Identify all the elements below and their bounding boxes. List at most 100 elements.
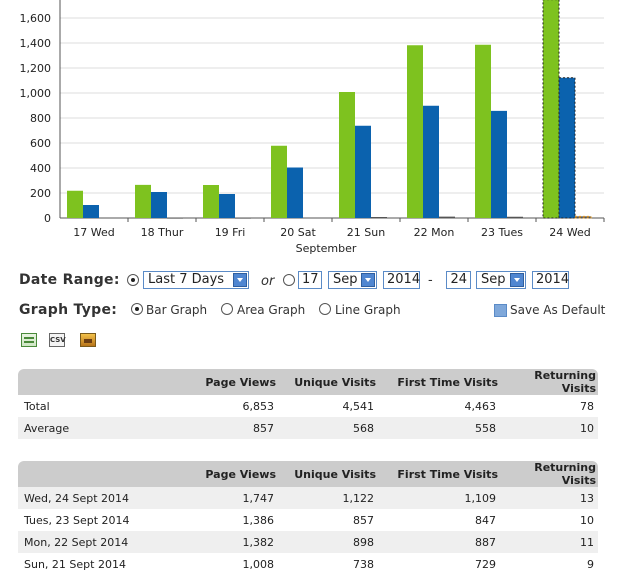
y-tick-label: 1,000	[20, 87, 52, 100]
custom-range-radio[interactable]	[283, 274, 295, 286]
page-views-cell: 1,382	[168, 531, 278, 553]
first-time-visits-cell: 558	[378, 417, 500, 439]
returning-visits-cell: 78	[580, 399, 594, 413]
bar-graph-radio[interactable]	[131, 303, 143, 315]
unique-visits-cell: 568	[278, 417, 378, 439]
bar	[542, 0, 560, 219]
image-export-icon[interactable]	[80, 333, 96, 347]
range-dash: -	[428, 273, 433, 288]
area-graph-radio[interactable]	[221, 303, 233, 315]
line-graph-label[interactable]: Line Graph	[335, 303, 401, 317]
table-row: Average 857 568 558 10	[18, 417, 598, 439]
save-default-checkbox[interactable]	[494, 304, 507, 317]
from-year-input[interactable]: 2014	[383, 271, 420, 289]
x-tick-label: 23 Tues	[481, 226, 523, 239]
to-month-select[interactable]: Sep	[476, 271, 526, 289]
summary-header-unique-visits: Unique Visits	[278, 369, 378, 395]
preset-range-radio[interactable]	[127, 274, 139, 286]
first-time-visits-cell: 887	[378, 531, 500, 553]
preset-range-value: Last 7 Days	[148, 272, 225, 287]
row-label: Average	[18, 417, 168, 439]
from-month-value: Sep	[333, 272, 358, 287]
bar	[574, 215, 592, 219]
unique-visits-cell: 857	[353, 513, 374, 527]
first-time-visits-cell: 4,463	[464, 399, 497, 413]
page-views-cell: 1,747	[168, 487, 278, 509]
y-tick-label: 1,400	[20, 37, 52, 50]
x-tick-label: 20 Sat	[280, 226, 316, 239]
row-label: Mon, 22 Sept 2014	[18, 531, 168, 553]
page-views-cell: 6,853	[242, 399, 275, 413]
summary-header-blank	[18, 369, 168, 395]
row-label: Total	[24, 399, 50, 413]
unique-visits-cell: 898	[278, 531, 378, 553]
bar	[287, 167, 303, 218]
y-tick-label: 800	[30, 112, 51, 125]
csv-export-icon[interactable]: CSV	[49, 333, 66, 347]
returning-visits-cell: 10	[500, 417, 598, 439]
bar	[439, 216, 455, 218]
date-range-label: Date Range:	[19, 272, 120, 288]
bar	[507, 216, 523, 218]
to-month-value: Sep	[481, 272, 506, 287]
first-time-visits-cell: 729	[475, 557, 496, 571]
bar	[99, 217, 115, 219]
unique-visits-cell: 1,122	[278, 487, 378, 509]
summary-table: Page Views Unique Visits First Time Visi…	[18, 369, 598, 439]
to-year-input[interactable]: 2014	[532, 271, 569, 289]
chevron-down-icon	[361, 273, 375, 287]
bar	[303, 217, 319, 219]
table-row: Sun, 21 Sept 2014 1,008 738 729 9	[18, 553, 598, 575]
daily-header-first-time-visits: First Time Visits	[378, 461, 500, 487]
y-tick-label: 1,600	[20, 12, 52, 25]
returning-visits-cell: 9	[587, 557, 594, 571]
daily-header-unique-visits: Unique Visits	[278, 461, 378, 487]
bar	[67, 190, 83, 218]
table-row: Total 6,853 4,541 4,463 78	[18, 395, 598, 417]
bar	[475, 44, 491, 218]
y-tick-label: 1,200	[20, 62, 52, 75]
preset-range-select[interactable]: Last 7 Days	[143, 271, 249, 289]
bar	[203, 185, 219, 218]
bar	[355, 125, 371, 218]
x-tick-label: 18 Thur	[141, 226, 184, 239]
x-tick-label: 19 Fri	[215, 226, 246, 239]
row-label: Tues, 23 Sept 2014	[24, 513, 130, 527]
to-day-input[interactable]: 24	[446, 271, 471, 289]
x-tick-label: 24 Wed	[549, 226, 590, 239]
table-row: Mon, 22 Sept 2014 1,382 898 887 11	[18, 531, 598, 553]
row-label: Sun, 21 Sept 2014	[24, 557, 126, 571]
first-time-visits-cell: 847	[475, 513, 496, 527]
daily-header-returning-visits: Returning Visits	[500, 461, 598, 487]
area-graph-label[interactable]: Area Graph	[237, 303, 305, 317]
from-day-input[interactable]: 17	[298, 271, 322, 289]
bar	[491, 110, 507, 218]
summary-header-page-views: Page Views	[168, 369, 278, 395]
bar-graph-label[interactable]: Bar Graph	[146, 303, 207, 317]
row-label: Wed, 24 Sept 2014	[18, 487, 168, 509]
bar	[219, 194, 235, 218]
bar	[271, 145, 287, 218]
graph-type-label: Graph Type:	[19, 302, 118, 318]
bar	[151, 192, 167, 218]
bar	[83, 205, 99, 218]
save-default-label[interactable]: Save As Default	[510, 303, 605, 317]
excel-export-icon[interactable]	[21, 333, 37, 347]
line-graph-radio[interactable]	[319, 303, 331, 315]
y-tick-label: 400	[30, 162, 51, 175]
bar	[371, 217, 387, 218]
returning-visits-cell: 13	[500, 487, 598, 509]
summary-header-first-time-visits: First Time Visits	[378, 369, 500, 395]
page-views-cell: 1,008	[242, 557, 275, 571]
bar	[135, 184, 151, 218]
bar	[235, 217, 251, 219]
bar	[423, 105, 439, 218]
page-views-cell: 857	[168, 417, 278, 439]
unique-visits-cell: 738	[353, 557, 374, 571]
from-month-select[interactable]: Sep	[328, 271, 377, 289]
table-row: Wed, 24 Sept 2014 1,747 1,122 1,109 13	[18, 487, 598, 509]
daily-header-blank	[18, 461, 168, 487]
chevron-down-icon	[510, 273, 524, 287]
y-tick-label: 0	[44, 212, 51, 225]
first-time-visits-cell: 1,109	[378, 487, 500, 509]
